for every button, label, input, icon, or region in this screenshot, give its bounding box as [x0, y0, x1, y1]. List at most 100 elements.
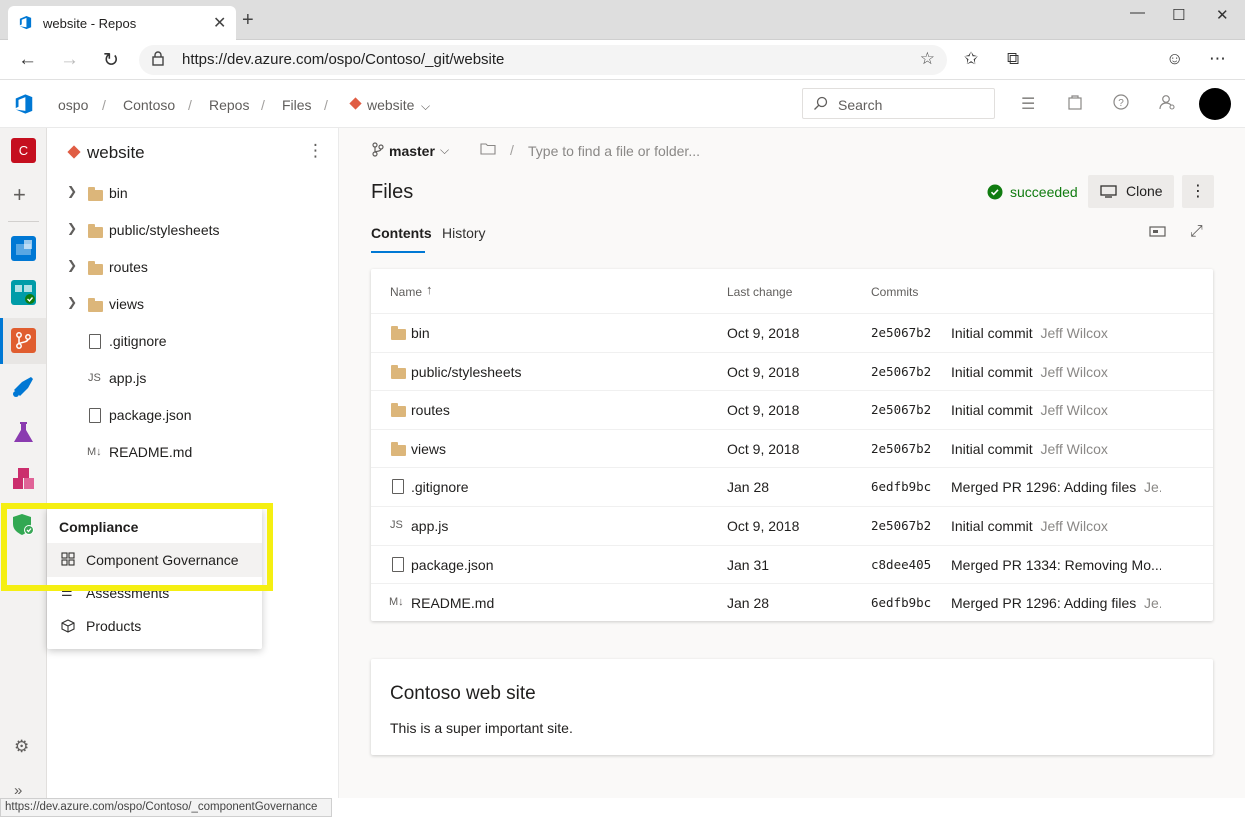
table-row[interactable]: bin Oct 9, 2018 2e5067b2 Initial commit … [371, 313, 1213, 352]
maximize-icon[interactable]: ☐ [1172, 6, 1185, 24]
new-tab-icon[interactable]: + [242, 9, 254, 32]
repos-icon[interactable] [11, 328, 36, 353]
breadcrumb-files[interactable]: Files [282, 97, 312, 113]
row-name[interactable]: routes [411, 402, 450, 418]
window-close-icon[interactable]: ✕ [1216, 6, 1229, 24]
branch-chevron-icon[interactable]: ⌵ [440, 143, 449, 158]
new-item-plus-icon[interactable]: + [13, 184, 26, 206]
row-commit-message[interactable]: Merged PR 1296: Adding files Je... [951, 595, 1161, 611]
row-name[interactable]: bin [411, 325, 430, 341]
table-row[interactable]: JS app.js Oct 9, 2018 2e5067b2 Initial c… [371, 506, 1213, 545]
browser-menu-icon[interactable]: ⋯ [1209, 49, 1226, 69]
back-icon[interactable]: ← [18, 49, 37, 71]
build-status-badge[interactable]: succeeded [1010, 184, 1078, 200]
avatar[interactable] [1199, 88, 1231, 120]
feedback-smiley-icon[interactable]: ☺ [1166, 49, 1183, 69]
row-commit-message[interactable]: Initial commit Jeff Wilcox [951, 364, 1161, 380]
expand-chevron-icon[interactable]: ❯ [67, 221, 77, 235]
row-commit-message[interactable]: Initial commit Jeff Wilcox [951, 518, 1161, 534]
marketplace-bag-icon[interactable] [1068, 94, 1082, 115]
expand-chevron-icon[interactable]: ❯ [67, 258, 77, 272]
markdown-file-icon: M↓ [389, 596, 404, 609]
tree-item-readme[interactable]: M↓ README.md [47, 434, 337, 471]
row-name[interactable]: views [411, 441, 446, 457]
tab-contents[interactable]: Contents [371, 225, 432, 241]
path-search-input[interactable]: Type to find a file or folder... [528, 143, 700, 159]
table-row[interactable]: views Oct 9, 2018 2e5067b2 Initial commi… [371, 428, 1213, 468]
table-row[interactable]: routes Oct 9, 2018 2e5067b2 Initial comm… [371, 390, 1213, 429]
breadcrumb-org[interactable]: ospo [58, 97, 88, 113]
tree-item-gitignore[interactable]: .gitignore [47, 323, 337, 360]
expand-chevron-icon[interactable]: ❯ [67, 295, 77, 309]
row-name[interactable]: .gitignore [411, 479, 469, 495]
breadcrumb-repos[interactable]: Repos [209, 97, 249, 113]
more-actions-icon[interactable]: ⋮ [1182, 175, 1214, 208]
collections-icon[interactable]: ⧉ [1007, 49, 1019, 69]
row-commit-hash[interactable]: 6edfb9bc [871, 479, 931, 494]
breadcrumb-project[interactable]: Contoso [123, 97, 175, 113]
row-name[interactable]: public/stylesheets [411, 364, 522, 380]
branch-selector[interactable]: master [389, 143, 435, 159]
row-commit-message[interactable]: Initial commit Jeff Wilcox [951, 402, 1161, 418]
artifacts-icon[interactable] [11, 466, 36, 491]
repo-more-options-icon[interactable]: ⋮ [307, 141, 324, 161]
table-row[interactable]: .gitignore Jan 28 6edfb9bc Merged PR 129… [371, 467, 1213, 506]
column-header-name[interactable]: Name [390, 285, 422, 299]
preview-toggle-icon[interactable] [1149, 225, 1166, 243]
forward-icon[interactable]: → [60, 49, 79, 71]
row-commit-message[interactable]: Merged PR 1296: Adding files Je... [951, 479, 1161, 495]
minimize-icon[interactable]: — [1130, 4, 1145, 21]
breadcrumb-repo[interactable]: website [367, 97, 414, 113]
row-commit-hash[interactable]: c8dee405 [871, 557, 931, 572]
project-avatar-icon[interactable]: C [11, 138, 36, 163]
row-commit-message[interactable]: Merged PR 1334: Removing Mo... [951, 557, 1161, 573]
browser-tab[interactable]: website - Repos ✕ [8, 6, 236, 40]
favorites-icon[interactable]: ✩ [964, 49, 978, 69]
row-commit-hash[interactable]: 2e5067b2 [871, 325, 931, 340]
tab-close-icon[interactable]: ✕ [213, 13, 226, 33]
sort-ascending-icon[interactable]: ↑ [426, 282, 433, 297]
settings-list-icon[interactable]: ☰ [1021, 94, 1035, 114]
row-commit-hash[interactable]: 2e5067b2 [871, 518, 931, 533]
help-icon[interactable]: ? [1113, 94, 1129, 115]
row-commit-message[interactable]: Initial commit Jeff Wilcox [951, 325, 1161, 341]
tree-item-routes[interactable]: ❯ routes [47, 249, 337, 286]
tree-item-public-stylesheets[interactable]: ❯ public/stylesheets [47, 212, 337, 249]
clone-button[interactable]: Clone [1088, 175, 1174, 208]
tab-history[interactable]: History [442, 225, 486, 241]
row-name[interactable]: app.js [411, 518, 448, 534]
pipelines-icon[interactable] [11, 374, 36, 399]
overview-icon[interactable] [11, 236, 36, 261]
row-commit-hash[interactable]: 2e5067b2 [871, 402, 931, 417]
azure-devops-logo-icon[interactable] [13, 93, 35, 120]
address-bar[interactable]: https://dev.azure.com/ospo/Contoso/_git/… [139, 45, 947, 75]
table-row[interactable]: public/stylesheets Oct 9, 2018 2e5067b2 … [371, 351, 1213, 391]
user-settings-icon[interactable] [1159, 94, 1176, 116]
column-header-last-change[interactable]: Last change [727, 285, 792, 299]
boards-icon[interactable] [11, 280, 36, 305]
table-row[interactable]: M↓ README.md Jan 28 6edfb9bc Merged PR 1… [371, 583, 1213, 622]
row-name[interactable]: README.md [411, 595, 494, 611]
row-name[interactable]: package.json [411, 557, 494, 573]
column-header-commits[interactable]: Commits [871, 285, 918, 299]
project-settings-gear-icon[interactable]: ⚙ [14, 737, 29, 757]
collapse-rail-icon[interactable]: » [14, 782, 22, 799]
row-commit-hash[interactable]: 6edfb9bc [871, 595, 931, 610]
test-plans-icon[interactable] [11, 420, 36, 445]
row-commit-hash[interactable]: 2e5067b2 [871, 441, 931, 456]
tree-item-app-js[interactable]: JS app.js [47, 360, 337, 397]
fullscreen-expand-icon[interactable]: ⤢ [1190, 223, 1203, 241]
search-box[interactable]: Search [802, 88, 995, 119]
tree-item-bin[interactable]: ❯ bin [47, 175, 337, 212]
repo-dropdown-chevron-icon[interactable]: ⌵ [421, 99, 430, 114]
tree-item-views[interactable]: ❯ views [47, 286, 337, 323]
favorite-star-icon[interactable]: ☆ [920, 49, 935, 69]
tree-item-package-json[interactable]: package.json [47, 397, 337, 434]
repo-title[interactable]: website [87, 143, 145, 163]
flyout-item-products[interactable]: Products [47, 611, 262, 641]
expand-chevron-icon[interactable]: ❯ [67, 184, 77, 198]
table-row[interactable]: package.json Jan 31 c8dee405 Merged PR 1… [371, 544, 1213, 584]
refresh-icon[interactable]: ↻ [103, 49, 119, 72]
row-commit-hash[interactable]: 2e5067b2 [871, 364, 931, 379]
row-commit-message[interactable]: Initial commit Jeff Wilcox [951, 441, 1161, 457]
